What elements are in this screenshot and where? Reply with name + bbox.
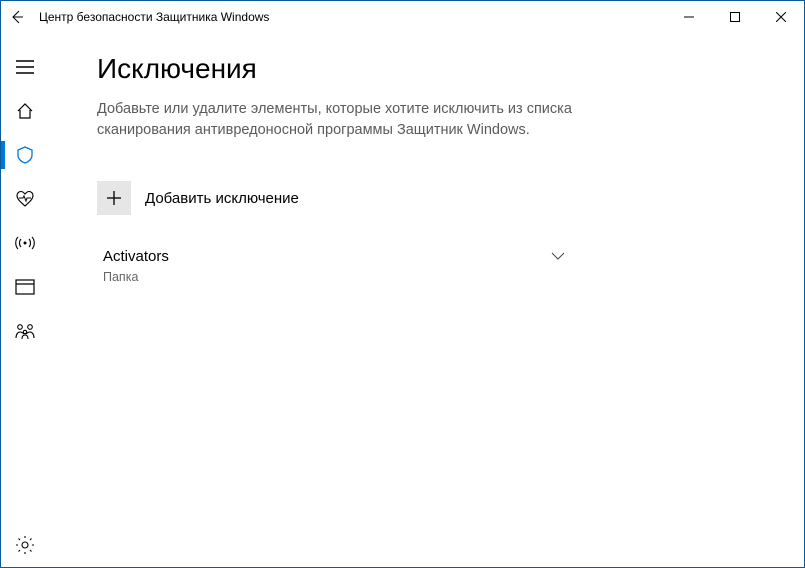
exclusion-type: Папка [103,269,169,285]
exclusion-item[interactable]: Activators Папка [97,243,567,297]
close-button[interactable] [758,1,804,33]
chevron-down-icon [551,251,565,261]
sidebar-item-settings[interactable] [1,523,49,567]
hamburger-menu[interactable] [1,45,49,89]
window-title: Центр безопасности Защитника Windows [39,10,269,24]
sidebar [1,33,49,567]
maximize-button[interactable] [712,1,758,33]
sidebar-item-health[interactable] [1,177,49,221]
add-exclusion-label: Добавить исключение [145,190,299,207]
settings-icon [15,535,35,555]
add-exclusion-button[interactable] [97,181,131,215]
family-icon [14,322,36,340]
sidebar-item-family[interactable] [1,309,49,353]
exclusion-name: Activators [103,247,169,267]
titlebar: Центр безопасности Защитника Windows [1,1,804,33]
home-icon [15,101,35,121]
app-window: Центр безопасности Защитника Windows [0,0,805,568]
add-exclusion-row[interactable]: Добавить исключение [97,181,772,215]
sidebar-item-network[interactable] [1,221,49,265]
menu-icon [16,60,34,74]
page-title: Исключения [97,53,772,85]
app-icon [15,279,35,295]
heart-icon [15,189,35,209]
minimize-button[interactable] [666,1,712,33]
page-description: Добавьте или удалите элементы, которые х… [97,99,617,141]
sidebar-item-app[interactable] [1,265,49,309]
sidebar-item-home[interactable] [1,89,49,133]
shield-icon [15,145,35,165]
main-content: Исключения Добавьте или удалите элементы… [49,33,804,567]
window-controls [666,1,804,33]
back-button[interactable] [9,9,25,25]
sidebar-item-security[interactable] [1,133,49,177]
plus-icon [106,190,122,206]
antenna-icon [14,233,36,253]
